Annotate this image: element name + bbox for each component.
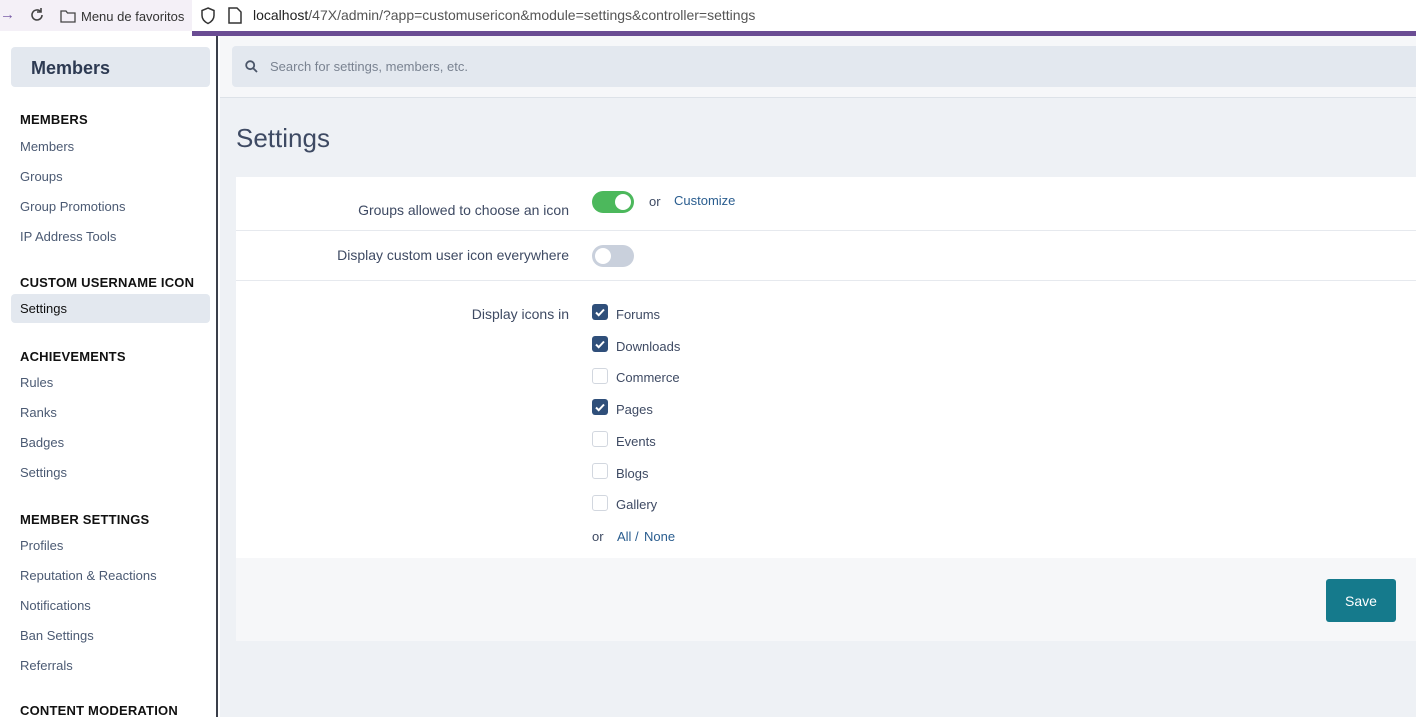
sidebar-divider <box>216 36 218 717</box>
customize-link[interactable]: Customize <box>674 193 735 208</box>
display-in-label: Display icons in <box>471 306 569 322</box>
checkbox-label-gallery[interactable]: Gallery <box>616 497 657 512</box>
sidebar-item-ban-settings[interactable]: Ban Settings <box>11 621 210 649</box>
search-box[interactable] <box>232 46 1416 87</box>
or-text: or <box>649 194 661 209</box>
toggle-knob <box>615 194 631 210</box>
folder-icon <box>60 10 76 23</box>
checkbox-label-commerce[interactable]: Commerce <box>616 370 680 385</box>
checkbox-gallery[interactable] <box>592 495 608 511</box>
checkbox-label-blogs[interactable]: Blogs <box>616 466 649 481</box>
checkbox-downloads[interactable] <box>592 336 608 352</box>
checkbox-commerce[interactable] <box>592 368 608 384</box>
sidebar-item-rules[interactable]: Rules <box>11 368 210 396</box>
main-content: Settings Groups allowed to choose an ico… <box>220 36 1416 717</box>
display-everywhere-label: Display custom user icon everywhere <box>337 247 569 263</box>
save-button[interactable]: Save <box>1326 579 1396 622</box>
sidebar-header[interactable]: Members <box>11 47 210 87</box>
search-icon <box>245 60 258 73</box>
sidebar-item-group-promotions[interactable]: Group Promotions <box>11 192 210 220</box>
toggle-knob <box>595 248 611 264</box>
url-host: localhost <box>253 7 309 23</box>
groups-icon-label: Groups allowed to choose an icon <box>358 202 569 218</box>
search-strip <box>220 36 1416 98</box>
display-everywhere-toggle[interactable] <box>592 245 634 267</box>
bookmarks-label: Menu de favoritos <box>81 8 185 24</box>
checkbox-label-downloads[interactable]: Downloads <box>616 339 680 354</box>
search-input[interactable] <box>270 46 1370 87</box>
row-divider <box>236 280 1416 281</box>
select-none-link[interactable]: None <box>644 529 675 544</box>
checkbox-label-events[interactable]: Events <box>616 434 656 449</box>
check-icon <box>595 403 605 412</box>
section-title-members: MEMBERS <box>20 112 88 127</box>
bookmarks-menu[interactable]: Menu de favoritos <box>60 6 184 26</box>
checkbox-pages[interactable] <box>592 399 608 415</box>
checkbox-label-pages[interactable]: Pages <box>616 402 653 417</box>
sidebar-item-notifications[interactable]: Notifications <box>11 591 210 619</box>
sidebar-item-ip-address-tools[interactable]: IP Address Tools <box>11 222 210 250</box>
page-title: Settings <box>236 123 330 153</box>
sidebar-item-groups[interactable]: Groups <box>11 162 210 190</box>
sidebar-item-ranks[interactable]: Ranks <box>11 398 210 426</box>
settings-form: Groups allowed to choose an icon or Cust… <box>236 177 1416 641</box>
checkbox-events[interactable] <box>592 431 608 447</box>
url-path: /47X/admin/?app=customusericon&module=se… <box>308 7 756 23</box>
sidebar-item-members[interactable]: Members <box>11 132 210 160</box>
row-divider <box>236 230 1416 231</box>
check-icon <box>595 308 605 317</box>
sidebar-item-badges[interactable]: Badges <box>11 428 210 456</box>
checkbox-forums[interactable] <box>592 304 608 320</box>
groups-icon-toggle[interactable] <box>592 191 634 213</box>
checkbox-blogs[interactable] <box>592 463 608 479</box>
reload-icon[interactable] <box>28 6 46 24</box>
sidebar-item-referrals[interactable]: Referrals <box>11 651 210 679</box>
or-text: or <box>592 529 604 544</box>
section-title-member-settings: MEMBER SETTINGS <box>20 512 150 527</box>
checkbox-label-forums[interactable]: Forums <box>616 307 660 322</box>
sidebar-item-profiles[interactable]: Profiles <box>11 531 210 559</box>
select-all-link[interactable]: All <box>617 529 631 544</box>
sidebar-item-reputation[interactable]: Reputation & Reactions <box>11 561 210 589</box>
url-text[interactable]: localhost/47X/admin/?app=customusericon&… <box>253 7 755 23</box>
section-title-achievements: ACHIEVEMENTS <box>20 349 126 364</box>
forward-arrow-icon[interactable]: → <box>0 6 15 23</box>
sidebar-item-icon-settings[interactable]: Settings <box>11 294 210 323</box>
section-title-content-moderation: CONTENT MODERATION <box>20 703 178 717</box>
page-info-icon[interactable] <box>228 7 242 24</box>
shield-icon[interactable] <box>200 7 216 25</box>
section-title-custom-username-icon: CUSTOM USERNAME ICON <box>20 275 195 290</box>
sidebar-item-achievement-settings[interactable]: Settings <box>11 458 210 486</box>
sidebar: Members MEMBERS Members Groups Group Pro… <box>0 36 220 717</box>
link-separator: / <box>635 529 639 544</box>
form-footer: Save <box>236 558 1416 641</box>
check-icon <box>595 340 605 349</box>
